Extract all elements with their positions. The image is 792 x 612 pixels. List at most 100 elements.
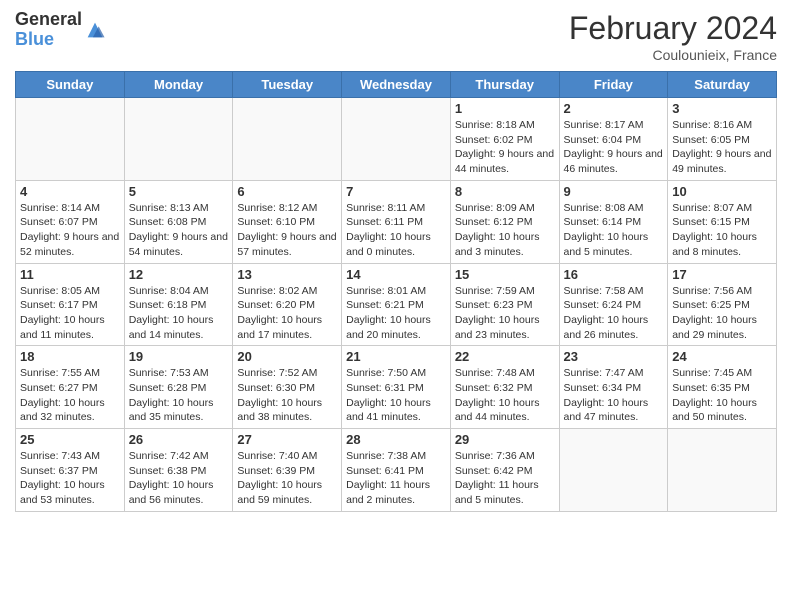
day-number: 14 <box>346 267 446 282</box>
logo-icon <box>84 19 106 41</box>
day-number: 21 <box>346 349 446 364</box>
calendar-cell: 19 Sunrise: 7:53 AMSunset: 6:28 PMDayligh… <box>124 346 233 429</box>
calendar-cell <box>16 98 125 181</box>
calendar-week-row: 1Sunrise: 8:18 AMSunset: 6:02 PMDaylight… <box>16 98 777 181</box>
logo: General Blue <box>15 10 106 50</box>
day-info: Sunrise: 7:36 AMSunset: 6:42 PMDaylight:… <box>455 449 555 508</box>
day-header-thursday: Thursday <box>450 72 559 98</box>
calendar-cell: 20 Sunrise: 7:52 AMSunset: 6:30 PMDayligh… <box>233 346 342 429</box>
day-info: Sunrise: 8:11 AMSunset: 6:11 PMDaylight:… <box>346 201 446 260</box>
day-number: 23 <box>564 349 664 364</box>
month-title: February 2024 <box>569 10 777 47</box>
day-number: 8 <box>455 184 555 199</box>
calendar-cell: 3Sunrise: 8:16 AMSunset: 6:05 PMDaylight… <box>668 98 777 181</box>
day-number: 28 <box>346 432 446 447</box>
day-info: Sunrise: 8:13 AMSunset: 6:08 PMDaylight:… <box>129 201 229 260</box>
calendar-cell: 24 Sunrise: 7:45 AMSunset: 6:35 PMDayligh… <box>668 346 777 429</box>
title-area: February 2024 Coulounieix, France <box>569 10 777 63</box>
calendar-week-row: 25 Sunrise: 7:43 AMSunset: 6:37 PMDayligh… <box>16 429 777 512</box>
day-number: 20 <box>237 349 337 364</box>
calendar-week-row: 18 Sunrise: 7:55 AMSunset: 6:27 PMDayligh… <box>16 346 777 429</box>
day-number: 24 <box>672 349 772 364</box>
day-number: 17 <box>672 267 772 282</box>
calendar-cell: 28 Sunrise: 7:38 AMSunset: 6:41 PMDayligh… <box>342 429 451 512</box>
day-info: Sunrise: 7:48 AMSunset: 6:32 PMDaylight:… <box>455 366 555 425</box>
day-info: Sunrise: 7:38 AMSunset: 6:41 PMDaylight:… <box>346 449 446 508</box>
calendar-cell: 10 Sunrise: 8:07 AMSunset: 6:15 PMDayligh… <box>668 180 777 263</box>
day-number: 15 <box>455 267 555 282</box>
day-number: 22 <box>455 349 555 364</box>
day-number: 7 <box>346 184 446 199</box>
day-number: 19 <box>129 349 229 364</box>
day-info: Sunrise: 8:17 AMSunset: 6:04 PMDaylight:… <box>564 118 664 177</box>
page-header: General Blue February 2024 Coulounieix, … <box>15 10 777 63</box>
calendar-cell: 25 Sunrise: 7:43 AMSunset: 6:37 PMDayligh… <box>16 429 125 512</box>
calendar-cell <box>342 98 451 181</box>
day-info: Sunrise: 7:50 AMSunset: 6:31 PMDaylight:… <box>346 366 446 425</box>
calendar-cell: 15 Sunrise: 7:59 AMSunset: 6:23 PMDayligh… <box>450 263 559 346</box>
day-info: Sunrise: 8:08 AMSunset: 6:14 PMDaylight:… <box>564 201 664 260</box>
day-info: Sunrise: 8:07 AMSunset: 6:15 PMDaylight:… <box>672 201 772 260</box>
calendar-cell: 9Sunrise: 8:08 AMSunset: 6:14 PMDaylight… <box>559 180 668 263</box>
day-header-wednesday: Wednesday <box>342 72 451 98</box>
calendar-cell: 22 Sunrise: 7:48 AMSunset: 6:32 PMDayligh… <box>450 346 559 429</box>
day-number: 3 <box>672 101 772 116</box>
day-info: Sunrise: 7:40 AMSunset: 6:39 PMDaylight:… <box>237 449 337 508</box>
calendar-cell <box>233 98 342 181</box>
day-info: Sunrise: 8:12 AMSunset: 6:10 PMDaylight:… <box>237 201 337 260</box>
calendar-cell: 23 Sunrise: 7:47 AMSunset: 6:34 PMDayligh… <box>559 346 668 429</box>
calendar-cell: 14 Sunrise: 8:01 AMSunset: 6:21 PMDayligh… <box>342 263 451 346</box>
day-info: Sunrise: 8:01 AMSunset: 6:21 PMDaylight:… <box>346 284 446 343</box>
calendar-cell: 13Sunrise: 8:02 AMSunset: 6:20 PMDayligh… <box>233 263 342 346</box>
logo-text: General Blue <box>15 10 82 50</box>
calendar-table: SundayMondayTuesdayWednesdayThursdayFrid… <box>15 71 777 512</box>
day-info: Sunrise: 8:05 AMSunset: 6:17 PMDaylight:… <box>20 284 120 343</box>
day-number: 5 <box>129 184 229 199</box>
day-number: 12 <box>129 267 229 282</box>
calendar-cell: 6 Sunrise: 8:12 AMSunset: 6:10 PMDaylight… <box>233 180 342 263</box>
calendar-cell: 1Sunrise: 8:18 AMSunset: 6:02 PMDaylight… <box>450 98 559 181</box>
day-info: Sunrise: 7:56 AMSunset: 6:25 PMDaylight:… <box>672 284 772 343</box>
calendar-cell: 2Sunrise: 8:17 AMSunset: 6:04 PMDaylight… <box>559 98 668 181</box>
calendar-cell: 18 Sunrise: 7:55 AMSunset: 6:27 PMDayligh… <box>16 346 125 429</box>
day-info: Sunrise: 7:59 AMSunset: 6:23 PMDaylight:… <box>455 284 555 343</box>
calendar-cell: 29 Sunrise: 7:36 AMSunset: 6:42 PMDayligh… <box>450 429 559 512</box>
day-number: 4 <box>20 184 120 199</box>
logo-blue: Blue <box>15 29 54 49</box>
day-header-tuesday: Tuesday <box>233 72 342 98</box>
day-info: Sunrise: 8:04 AMSunset: 6:18 PMDaylight:… <box>129 284 229 343</box>
calendar-cell: 11Sunrise: 8:05 AMSunset: 6:17 PMDayligh… <box>16 263 125 346</box>
day-info: Sunrise: 7:53 AMSunset: 6:28 PMDaylight:… <box>129 366 229 425</box>
day-header-monday: Monday <box>124 72 233 98</box>
day-info: Sunrise: 7:52 AMSunset: 6:30 PMDaylight:… <box>237 366 337 425</box>
calendar-header-row: SundayMondayTuesdayWednesdayThursdayFrid… <box>16 72 777 98</box>
day-info: Sunrise: 8:18 AMSunset: 6:02 PMDaylight:… <box>455 118 555 177</box>
day-header-friday: Friday <box>559 72 668 98</box>
day-number: 25 <box>20 432 120 447</box>
calendar-week-row: 4Sunrise: 8:14 AMSunset: 6:07 PMDaylight… <box>16 180 777 263</box>
location: Coulounieix, France <box>569 47 777 63</box>
page-container: General Blue February 2024 Coulounieix, … <box>0 0 792 612</box>
day-number: 16 <box>564 267 664 282</box>
day-info: Sunrise: 7:55 AMSunset: 6:27 PMDaylight:… <box>20 366 120 425</box>
calendar-cell: 21 Sunrise: 7:50 AMSunset: 6:31 PMDayligh… <box>342 346 451 429</box>
day-number: 26 <box>129 432 229 447</box>
day-header-saturday: Saturday <box>668 72 777 98</box>
day-header-sunday: Sunday <box>16 72 125 98</box>
day-info: Sunrise: 7:58 AMSunset: 6:24 PMDaylight:… <box>564 284 664 343</box>
day-info: Sunrise: 7:45 AMSunset: 6:35 PMDaylight:… <box>672 366 772 425</box>
calendar-cell: 4Sunrise: 8:14 AMSunset: 6:07 PMDaylight… <box>16 180 125 263</box>
calendar-cell <box>124 98 233 181</box>
day-number: 10 <box>672 184 772 199</box>
day-info: Sunrise: 7:47 AMSunset: 6:34 PMDaylight:… <box>564 366 664 425</box>
logo-general: General <box>15 9 82 29</box>
day-number: 29 <box>455 432 555 447</box>
calendar-cell: 27Sunrise: 7:40 AMSunset: 6:39 PMDayligh… <box>233 429 342 512</box>
calendar-cell: 16 Sunrise: 7:58 AMSunset: 6:24 PMDayligh… <box>559 263 668 346</box>
calendar-cell: 17 Sunrise: 7:56 AMSunset: 6:25 PMDayligh… <box>668 263 777 346</box>
calendar-cell: 12 Sunrise: 8:04 AMSunset: 6:18 PMDayligh… <box>124 263 233 346</box>
day-info: Sunrise: 7:43 AMSunset: 6:37 PMDaylight:… <box>20 449 120 508</box>
day-number: 6 <box>237 184 337 199</box>
calendar-cell: 7 Sunrise: 8:11 AMSunset: 6:11 PMDaylight… <box>342 180 451 263</box>
day-number: 18 <box>20 349 120 364</box>
